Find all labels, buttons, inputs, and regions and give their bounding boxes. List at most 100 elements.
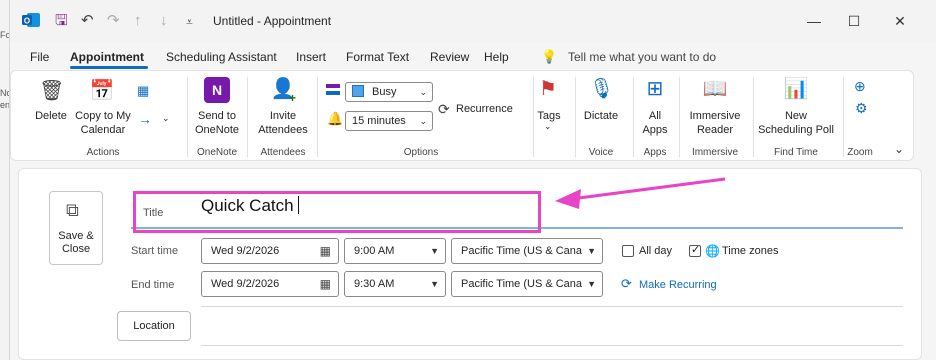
copy-to-calendar-line1[interactable]: Copy to My [71,109,135,123]
all-day-label: All day [639,245,673,257]
all-day-checkbox[interactable] [622,245,634,257]
recurrence-icon: ⟳ [438,101,450,117]
tab-appointment[interactable]: Appointment [70,50,144,64]
group-label-attendees: Attendees [260,147,306,158]
delete-icon: 🗑 [39,80,65,102]
all-apps-line1[interactable]: All [637,109,673,123]
group-label-actions: Actions [86,147,120,158]
chevron-down-icon: ▼ [587,279,596,289]
end-timezone-value: Pacific Time (US & Cana [461,278,583,290]
end-timezone-dropdown[interactable]: Pacific Time (US & Cana ▼ [451,271,603,297]
start-time-dropdown[interactable]: 9:00 AM ▼ [344,238,446,264]
save-and-close-button[interactable]: ⧉ Save & Close [49,191,103,265]
group-label-onenote: OneNote [196,147,238,158]
start-date-picker[interactable]: Wed 9/2/2026 ▦ [201,238,339,264]
tags-dropdown-icon[interactable]: ⌄ [544,121,552,132]
tab-review[interactable]: Review [430,50,469,64]
minimize-button[interactable]: — [794,8,834,34]
tab-format-text[interactable]: Format Text [346,50,409,64]
end-date-value: Wed 9/2/2026 [211,278,280,290]
group-separator [317,77,318,157]
invite-attendees-line1[interactable]: Invite [253,109,313,123]
ribbon: 🗑 Delete 📅 Copy to My Calendar ▦ → ⌄ Act… [10,70,914,161]
make-recurring-link[interactable]: Make Recurring [639,279,717,291]
end-time-label: End time [131,279,175,291]
calendar-icon: ▦ [319,244,331,258]
save-icon[interactable]: 🖫 [55,12,68,30]
immersive-reader-line1[interactable]: Immersive [683,109,747,123]
reminder-dropdown[interactable]: 15 minutes ⌄ [345,111,433,131]
end-time-value: 9:30 AM [354,278,395,290]
location-button[interactable]: Location [117,311,191,341]
tab-help[interactable]: Help [484,50,509,64]
save-close-icon: ⧉ [66,200,79,220]
tags-flag-icon: ⚑ [539,78,557,100]
show-as-value: Busy [372,86,397,98]
end-time-dropdown[interactable]: 9:30 AM ▼ [344,271,446,297]
maximize-button[interactable]: ☐ [834,8,874,34]
next-item-icon[interactable]: ↓ [160,12,168,30]
scheduling-poll-line1[interactable]: New [755,109,837,123]
save-close-label-line1: Save & [58,230,94,242]
immersive-reader-line2[interactable]: Reader [683,123,747,137]
globe-icon: 🌐 [705,244,720,258]
time-zones-checkbox[interactable] [689,243,701,257]
start-time-label: Start time [131,245,179,257]
delete-button[interactable]: Delete [29,109,73,123]
reminder-bell-icon: 🔔 [327,111,344,126]
active-tab-indicator [70,66,148,69]
redo-icon[interactable]: ↷ [107,12,120,30]
recurrence-button[interactable]: Recurrence [456,103,513,115]
show-as-dropdown[interactable]: Busy ⌄ [345,82,433,102]
tab-file[interactable]: File [30,50,49,64]
close-button[interactable]: ✕ [880,8,920,34]
customize-quick-access-icon[interactable]: ⩡ [186,13,193,31]
chevron-down-icon: ▼ [430,246,439,256]
location-underline [201,345,903,346]
group-label-voice: Voice [588,147,614,158]
save-close-label-line2: Close [61,243,91,255]
send-to-onenote-line1[interactable]: Send to [191,109,243,123]
group-label-apps: Apps [643,147,667,158]
group-separator [843,77,844,157]
undo-icon[interactable]: ↶ [81,12,94,30]
ribbon-tabs: File Appointment Scheduling Assistant In… [10,42,936,70]
group-separator [187,77,188,157]
tab-insert[interactable]: Insert [296,50,326,64]
invite-attendees-line2[interactable]: Attendees [253,123,313,137]
start-timezone-value: Pacific Time (US & Cana [461,245,583,257]
ribbon-options-chevron-icon[interactable]: ⌄ [894,142,904,156]
start-time-value: 9:00 AM [354,245,395,257]
send-to-onenote-line2[interactable]: OneNote [191,123,243,137]
copy-calendar-icon: 📅 [89,80,115,102]
appointment-window: O 🖫 ↶ ↷ ↑ ↓ ⩡ Untitled - Appointment — ☐… [10,0,936,360]
zoom-settings-icon[interactable]: ⚙ [855,100,868,117]
forward-dropdown-icon[interactable]: ⌄ [162,113,170,124]
previous-item-icon[interactable]: ↑ [134,12,142,30]
title-bar: O 🖫 ↶ ↷ ↑ ↓ ⩡ Untitled - Appointment — ☐… [10,0,936,42]
annotation-arrow-icon [555,177,726,209]
calendar-small-icon[interactable]: ▦ [137,83,149,99]
separator-line [201,306,903,307]
show-as-icon [326,84,340,95]
group-separator [247,77,248,157]
tab-scheduling-assistant[interactable]: Scheduling Assistant [166,50,277,64]
onenote-icon: N [204,77,230,103]
start-timezone-dropdown[interactable]: Pacific Time (US & Cana ▼ [451,238,603,264]
lightbulb-icon: 💡 [541,49,558,64]
group-separator [679,77,680,157]
tell-me-search[interactable]: Tell me what you want to do [568,50,716,64]
forward-arrow-icon[interactable]: → [138,111,152,127]
end-date-picker[interactable]: Wed 9/2/2026 ▦ [201,271,339,297]
group-separator [633,77,634,157]
group-separator [753,77,754,157]
group-separator [575,77,576,157]
all-apps-line2[interactable]: Apps [637,123,673,137]
group-label-immersive: Immersive [691,147,739,158]
copy-to-calendar-line2[interactable]: Calendar [71,123,135,137]
zoom-plus-icon[interactable]: ⊕ [854,78,866,95]
dictate-button[interactable]: Dictate [579,109,623,123]
start-date-value: Wed 9/2/2026 [211,245,280,257]
scheduling-poll-line2[interactable]: Scheduling Poll [755,123,837,137]
group-label-zoom: Zoom [847,147,873,158]
